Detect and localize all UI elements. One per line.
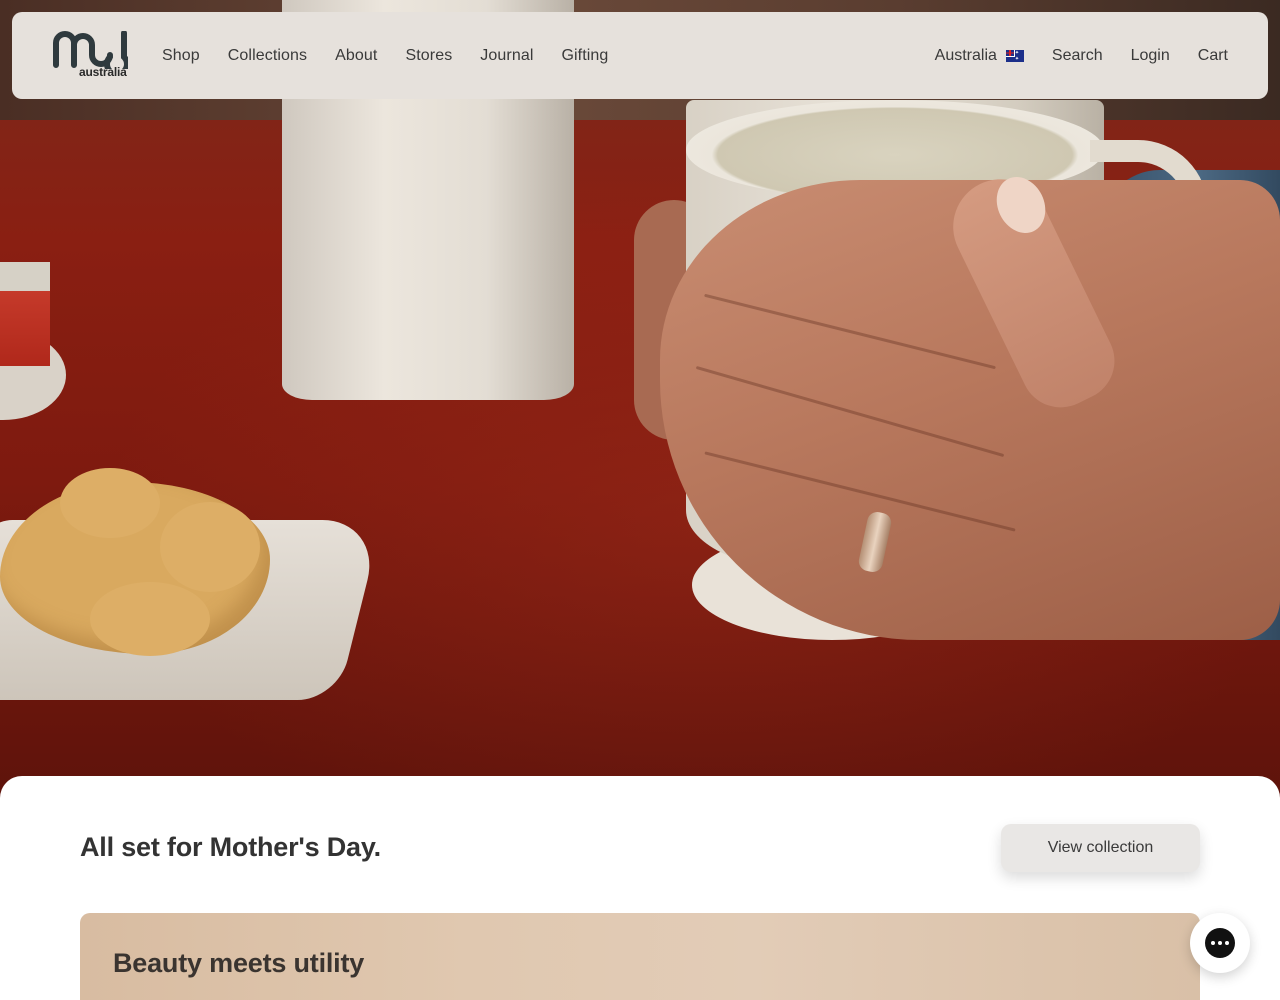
nav-item-journal[interactable]: Journal (480, 47, 533, 65)
chat-bubble-icon (1205, 928, 1235, 958)
matchbox (0, 262, 50, 366)
brand-logo[interactable]: australia (52, 30, 128, 81)
cart-link[interactable]: Cart (1198, 47, 1228, 65)
chat-button[interactable] (1190, 913, 1250, 973)
australia-flag-icon (1005, 49, 1024, 62)
main-nav: Shop Collections About Stores Journal Gi… (162, 47, 636, 65)
promo-headline: All set for Mother's Day. (80, 832, 381, 862)
mud-logo-mark (53, 30, 128, 69)
nav-item-gifting[interactable]: Gifting (561, 47, 608, 65)
country-selector[interactable]: Australia (935, 47, 1024, 65)
flower-cookie (0, 468, 270, 656)
nav-item-shop[interactable]: Shop (162, 47, 200, 65)
utility-nav: Australia Search Login Cart (935, 47, 1228, 65)
country-label: Australia (934, 46, 997, 64)
nav-item-about[interactable]: About (335, 47, 377, 65)
site-header: australia Shop Collections About Stores … (12, 12, 1268, 99)
nav-item-stores[interactable]: Stores (405, 47, 452, 65)
feature-card-title: Beauty meets utility (113, 948, 365, 978)
search-link[interactable]: Search (1052, 47, 1103, 65)
nav-item-collections[interactable]: Collections (228, 47, 307, 65)
login-link[interactable]: Login (1131, 47, 1170, 65)
hero-image (0, 0, 1280, 800)
view-collection-button[interactable]: View collection (1001, 824, 1200, 872)
logo-subtext: australia (79, 64, 127, 79)
